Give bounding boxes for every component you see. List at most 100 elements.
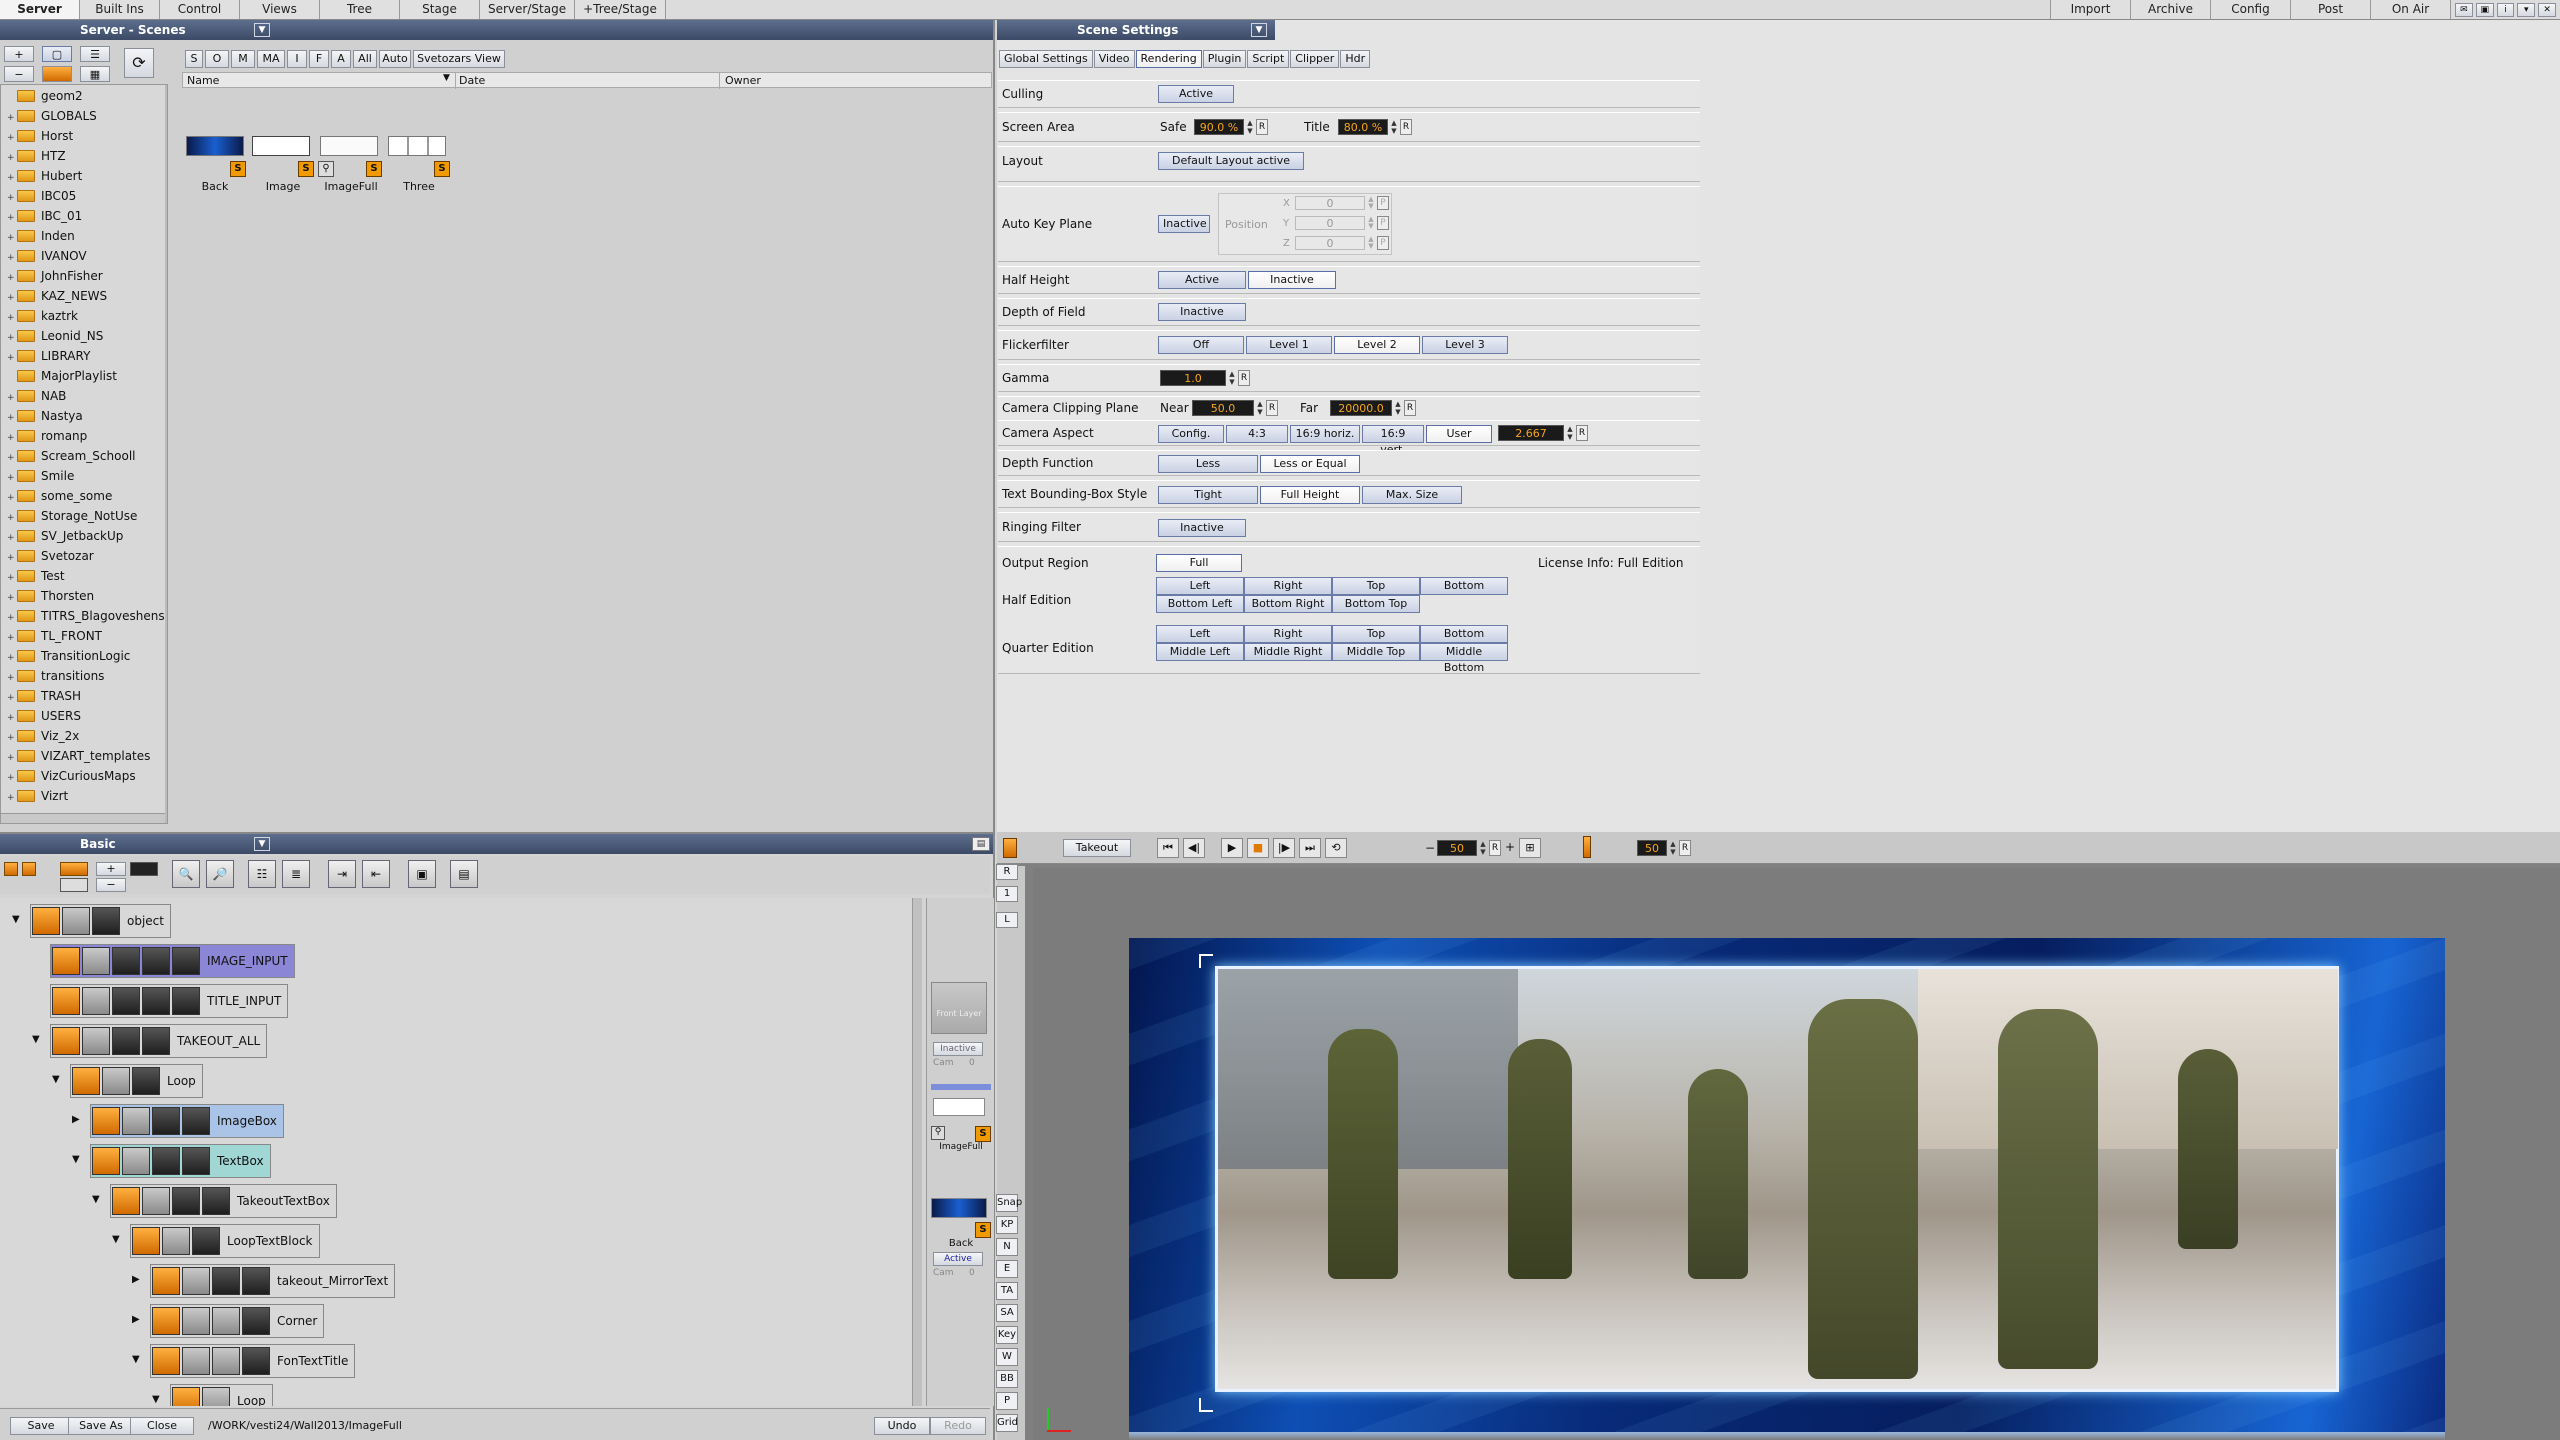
spinner-icon[interactable]: ▲ ▼ [1244, 119, 1256, 135]
transform-icon[interactable] [62, 907, 90, 935]
plugin-icon[interactable] [172, 1187, 200, 1215]
flicker-off-button[interactable]: Off [1158, 336, 1244, 354]
folder-item[interactable]: + Scream_Schooll [7, 449, 135, 469]
remove-icon[interactable]: − [4, 66, 34, 82]
aspect-config-button[interactable]: Config. [1158, 425, 1224, 443]
transform-icon[interactable] [212, 1347, 240, 1375]
save-as-button[interactable]: Save As [68, 1417, 134, 1435]
folder-item[interactable]: + kaztrk [7, 309, 78, 329]
folder-item[interactable]: + IVANOV [7, 249, 87, 269]
skip-start-icon[interactable]: ⏮ [1157, 838, 1179, 858]
expand-arrow-icon[interactable]: ▶ [132, 1314, 140, 1325]
menu-tab-server-stage[interactable]: Server/Stage [480, 0, 576, 19]
add-node-icon[interactable]: + [96, 862, 126, 876]
half-bottom-right-button[interactable]: Bottom Right [1244, 595, 1332, 613]
flicker-level2-button[interactable]: Level 2 [1334, 336, 1420, 354]
zoom-in-icon[interactable]: 🔍 [172, 860, 200, 888]
scene-type-icon[interactable]: ▢ [42, 46, 72, 62]
expand-icon[interactable]: + [7, 393, 15, 403]
view-side-button[interactable]: W [996, 1348, 1018, 1366]
expand-icon[interactable]: + [7, 153, 15, 163]
container-icon[interactable] [4, 862, 18, 876]
quarter-left-button[interactable]: Left [1156, 625, 1244, 643]
menu-tab-tree-stage[interactable]: +Tree/Stage [575, 0, 666, 19]
y-reset-button[interactable]: P [1377, 216, 1389, 230]
folder-item[interactable]: + some_some [7, 489, 112, 509]
plugin-icon[interactable] [242, 1347, 270, 1375]
tree-node[interactable]: Loop [70, 1064, 203, 1098]
plugin-icon[interactable] [92, 907, 120, 935]
frame-input-2[interactable]: 50 [1637, 840, 1667, 856]
menu-tab-on-air[interactable]: On Air [2370, 0, 2450, 19]
front-layer-preview[interactable]: Front Layer [931, 982, 987, 1034]
transform-icon[interactable] [162, 1227, 190, 1255]
gamma-reset-button[interactable]: R [1238, 370, 1250, 386]
grid-view-icon[interactable]: ▦ [80, 66, 110, 82]
spinner-icon[interactable]: ▲ ▼ [1667, 840, 1679, 856]
minus-icon[interactable]: − [1425, 841, 1435, 855]
expand-icon[interactable]: + [7, 693, 15, 703]
plugin-icon[interactable] [182, 1147, 210, 1175]
folder-item[interactable]: + KAZ_NEWS [7, 289, 107, 309]
filter-s-button[interactable]: S [185, 50, 203, 68]
transform-icon[interactable] [202, 1387, 230, 1406]
quarter-bottom-button[interactable]: Bottom [1420, 625, 1508, 643]
spinner-icon[interactable]: ▲ ▼ [1254, 400, 1266, 416]
flicker-level1-button[interactable]: Level 1 [1246, 336, 1332, 354]
keyframe-icon[interactable]: ⊞ [1519, 838, 1541, 858]
expand-icon[interactable]: + [7, 173, 15, 183]
scene-thumb-back[interactable] [186, 136, 244, 156]
collapse-arrow-icon[interactable]: ▼ [152, 1394, 160, 1405]
tree-node[interactable]: Corner [150, 1304, 325, 1338]
plugin-icon[interactable] [212, 1267, 240, 1295]
loop-icon[interactable]: ⟲ [1325, 838, 1347, 858]
folder-item[interactable]: + NAB [7, 389, 66, 409]
plugin-icon[interactable] [152, 1107, 180, 1135]
add-icon[interactable]: + [4, 46, 34, 62]
scene-thumb-three[interactable] [388, 136, 446, 156]
z-reset-button[interactable]: P [1377, 236, 1389, 250]
tree-node[interactable]: TAKEOUT_ALL [50, 1024, 268, 1058]
layout-button[interactable]: Default Layout active [1158, 152, 1304, 170]
half-bottom-button[interactable]: Bottom [1420, 577, 1508, 595]
folder-item[interactable]: + USERS [7, 709, 81, 729]
director-select[interactable]: Takeout [1063, 839, 1131, 857]
folder-item[interactable]: + Smile [7, 469, 74, 489]
container-icon[interactable] [92, 1147, 120, 1175]
aspect-16-9-horiz-button[interactable]: 16:9 horiz. [1290, 425, 1360, 443]
expand-icon[interactable]: + [7, 293, 15, 303]
half-height-inactive-button[interactable]: Inactive [1248, 271, 1336, 289]
expand-icon[interactable]: + [7, 513, 15, 523]
expand-icon[interactable]: + [7, 413, 15, 423]
expand-icon[interactable]: + [7, 333, 15, 343]
render-viewport[interactable] [1033, 868, 2560, 1440]
folder-item[interactable]: + Storage_NotUse [7, 509, 137, 529]
view-side-button[interactable]: KP [996, 1216, 1018, 1234]
indent-icon[interactable]: ⇥ [328, 860, 356, 888]
stop-icon[interactable]: ■ [1247, 838, 1269, 858]
expand-icon[interactable]: + [7, 633, 15, 643]
tree-node[interactable]: TextBox [90, 1144, 271, 1178]
view-side-button[interactable]: L [996, 912, 1018, 928]
view-side-button[interactable]: Key [996, 1326, 1018, 1344]
list-view-icon[interactable]: ☰ [80, 46, 110, 62]
view-side-button[interactable]: 1 [996, 886, 1018, 902]
auto-key-toggle[interactable]: Inactive [1158, 215, 1210, 233]
folder-item[interactable]: + Thorsten [7, 589, 94, 609]
frame-reset-button[interactable]: R [1489, 840, 1501, 856]
menu-tab-tree[interactable]: Tree [320, 0, 400, 19]
expand-icon[interactable]: + [7, 273, 15, 283]
folder-item[interactable]: + transitions [7, 669, 104, 689]
folder-item[interactable]: + TransitionLogic [7, 649, 130, 669]
filter-ma-button[interactable]: MA [257, 50, 285, 68]
spinner-icon[interactable]: ▲ ▼ [1564, 425, 1576, 441]
tree-node[interactable]: TakeoutTextBox [110, 1184, 337, 1218]
expand-icon[interactable]: + [7, 213, 15, 223]
expand-icon[interactable]: + [7, 553, 15, 563]
x-reset-button[interactable]: P [1377, 196, 1389, 210]
column-date[interactable]: Date [459, 74, 485, 87]
title-area-input[interactable]: 80.0 % [1338, 119, 1388, 135]
gamma-input[interactable]: 1.0 [1160, 370, 1226, 386]
filter-a-button[interactable]: A [331, 50, 351, 68]
safe-area-input[interactable]: 90.0 % [1194, 119, 1244, 135]
